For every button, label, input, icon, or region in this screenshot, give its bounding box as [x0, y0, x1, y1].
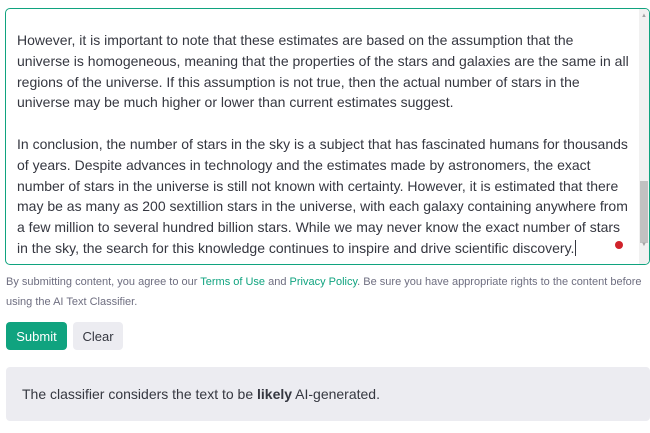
clear-button[interactable]: Clear — [73, 322, 123, 350]
text-paragraph: In conclusion, the number of stars in th… — [17, 135, 628, 256]
text-input-content[interactable]: However, it is important to note that th… — [17, 30, 629, 259]
disclaimer-text: and — [265, 276, 290, 288]
status-indicator-dot — [615, 241, 623, 249]
terms-of-use-link[interactable]: Terms of Use — [200, 276, 265, 288]
classification-result: The classifier considers the text to be … — [6, 367, 650, 421]
vertical-scrollbar[interactable]: ▲ ▼ — [639, 9, 649, 264]
scrollbar-thumb[interactable] — [640, 181, 648, 243]
text-caret — [575, 239, 577, 256]
privacy-policy-link[interactable]: Privacy Policy — [290, 276, 358, 288]
submission-disclaimer: By submitting content, you agree to our … — [6, 272, 650, 312]
submit-button[interactable]: Submit — [6, 322, 67, 350]
text-input-area[interactable]: However, it is important to note that th… — [5, 8, 650, 265]
ai-text-classifier-page: However, it is important to note that th… — [0, 0, 650, 433]
disclaimer-text: By submitting content, you agree to our — [6, 276, 201, 288]
scroll-up-arrow-icon[interactable]: ▲ — [639, 11, 649, 21]
result-message: The classifier considers the text to be … — [22, 386, 380, 402]
text-paragraph: However, it is important to note that th… — [17, 32, 629, 111]
result-likelihood: likely — [257, 386, 293, 402]
scroll-down-arrow-icon[interactable]: ▼ — [639, 240, 649, 250]
